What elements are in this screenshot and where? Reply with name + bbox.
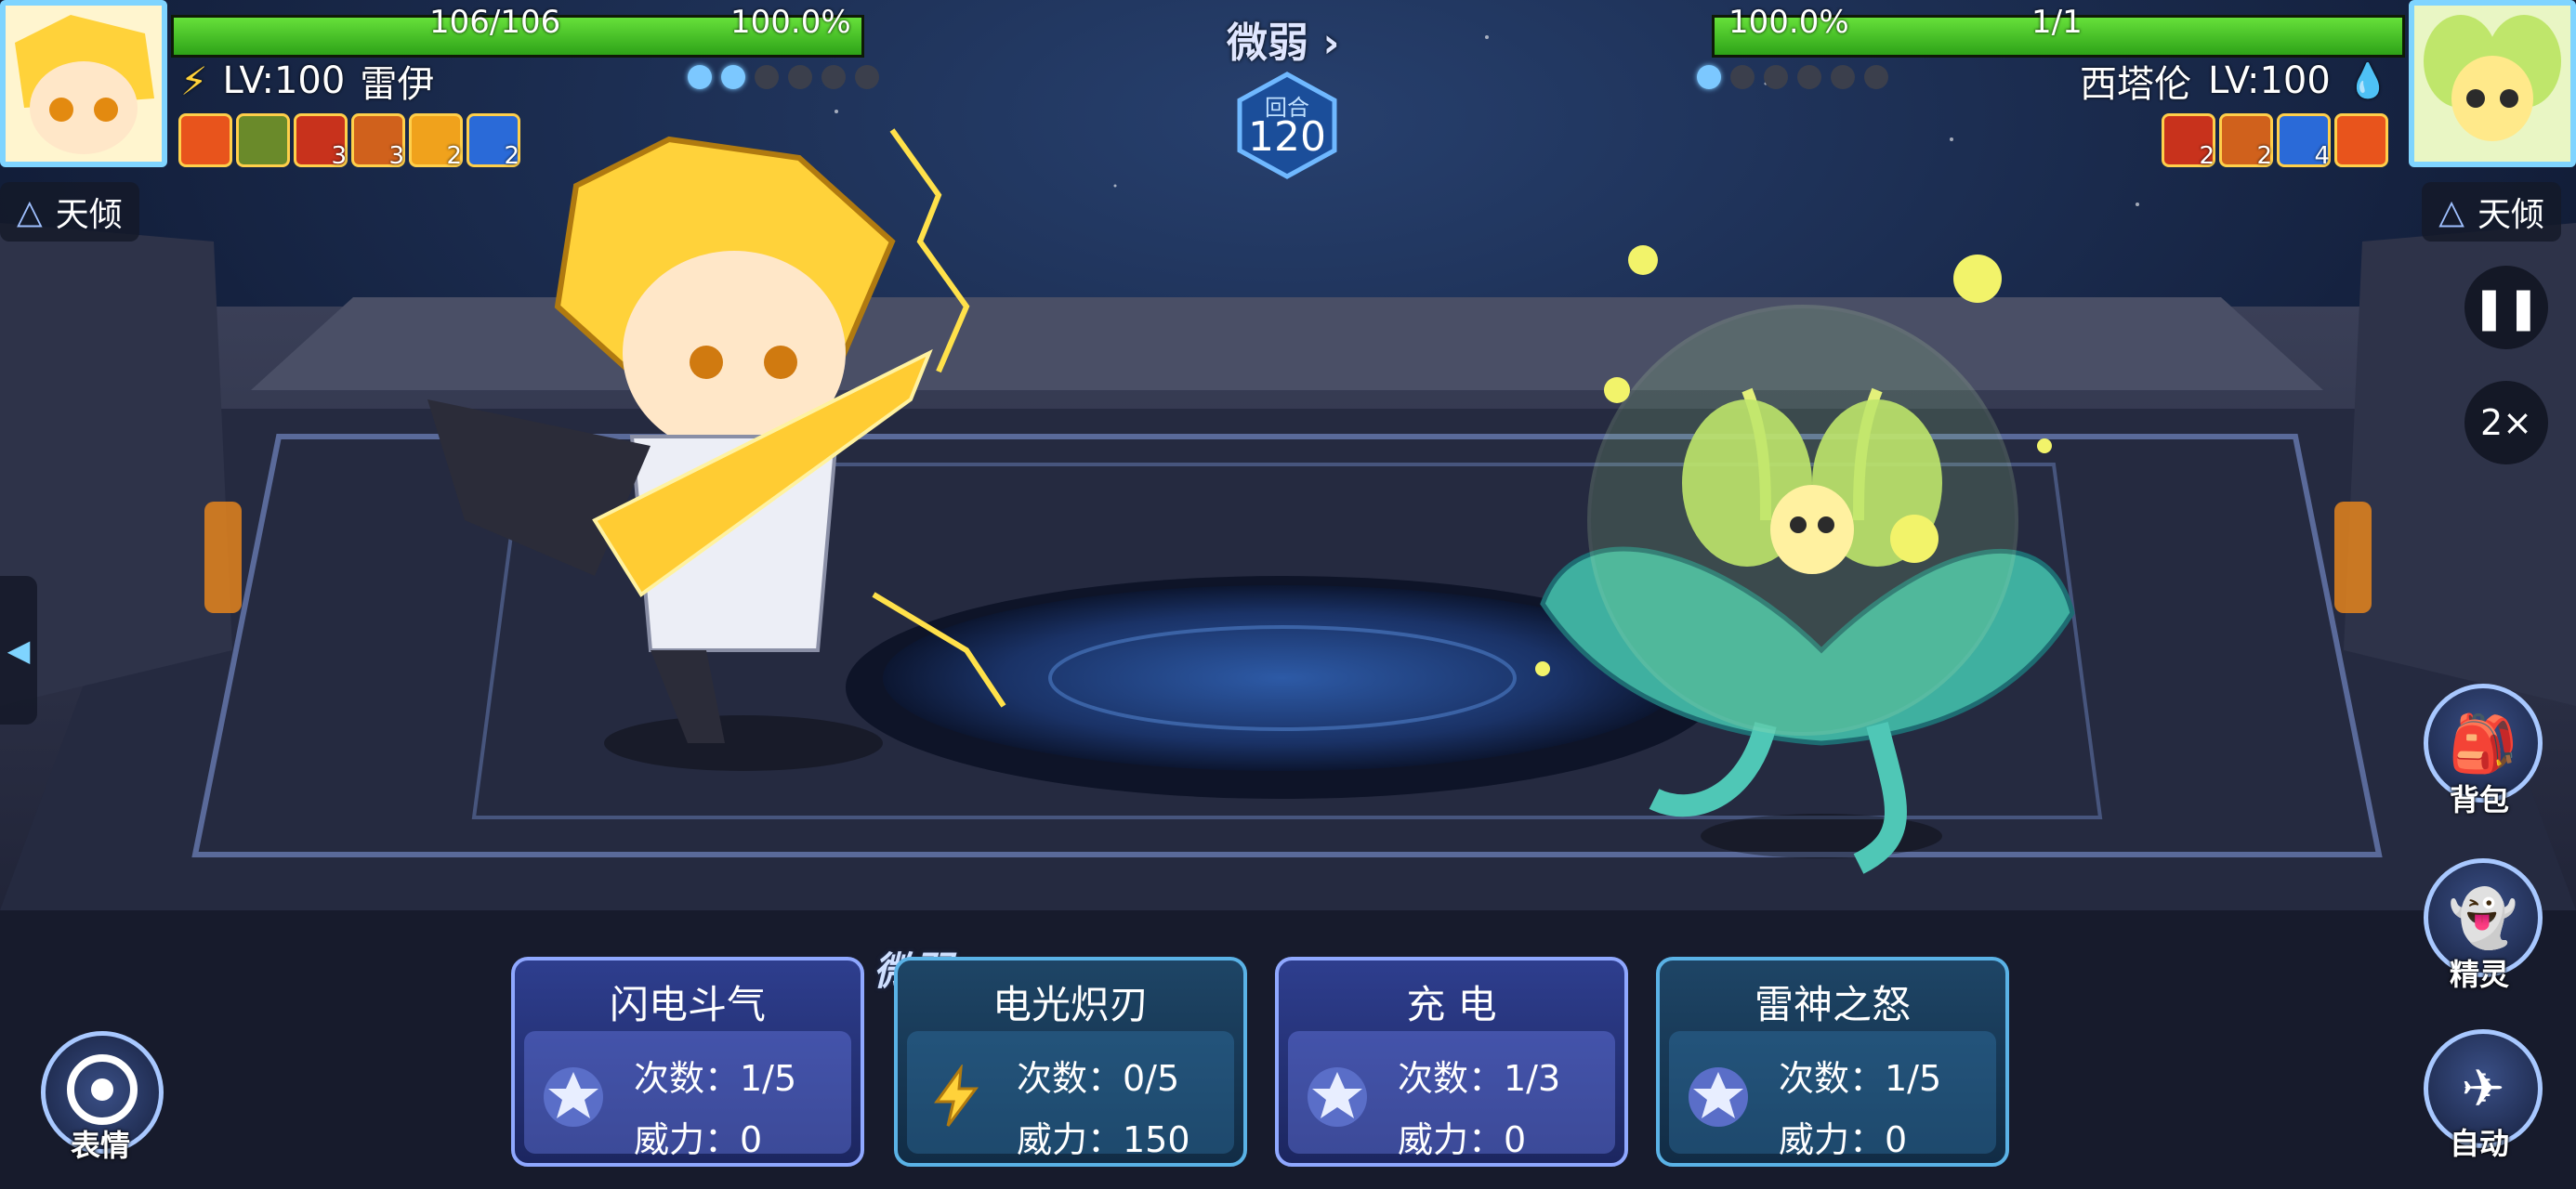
buff-count: 2 (2256, 142, 2272, 170)
speed-label: 2× (2479, 402, 2533, 443)
buff-count: 2 (2199, 142, 2215, 170)
enemy-energy-pips (1697, 65, 1888, 89)
emote-label: 表情 (71, 1128, 131, 1163)
energy-pip-empty (855, 65, 879, 89)
player-level: LV:100 (222, 59, 346, 102)
chevron-left-icon: ◀ (7, 633, 31, 668)
player-avatar (6, 6, 162, 162)
energy-pip-empty (788, 65, 812, 89)
player-name: 雷伊 (360, 63, 435, 106)
skill-name: 电光炽刃 (992, 982, 1149, 1027)
battle-status[interactable]: 微弱 › (1227, 9, 1339, 69)
skill-uses: 次数：1/5 (1779, 1058, 1942, 1099)
energy-pip-empty (755, 65, 779, 89)
skill-name: 充 电 (1406, 982, 1497, 1027)
spirit-label: 精灵 (2449, 957, 2509, 992)
energy-pip-empty (1797, 65, 1821, 89)
skull-buff-icon[interactable] (236, 113, 290, 167)
skill-name: 雷神之怒 (1754, 982, 1911, 1027)
enemy-name: 西塔伦 (2080, 63, 2191, 106)
energy-pip-empty (1831, 65, 1855, 89)
fire-buff-icon[interactable] (2334, 113, 2388, 167)
enemy-field-tag[interactable]: △ 天倾 (2422, 182, 2561, 242)
auto-battle-icon: ✈ (2461, 1058, 2505, 1119)
skill-power: 威力：150 (1017, 1119, 1190, 1160)
player-buff-list: 3 3 2 2 (178, 113, 520, 170)
round-counter: 回合 120 (1232, 71, 1342, 180)
buff-count: 4 (2314, 142, 2330, 170)
skill-power: 威力：0 (634, 1119, 763, 1160)
defense-up-icon[interactable]: 2 (2219, 113, 2273, 170)
player-energy-pips (688, 65, 879, 89)
energy-pip-filled (721, 65, 745, 89)
enemy-level: LV:100 (2208, 59, 2331, 102)
player-hp-percent: 100.0% (730, 4, 851, 41)
energy-pip-empty (1864, 65, 1888, 89)
enemy-hp-percent: 100.0% (1728, 4, 1849, 41)
battle-status-label: 微弱 (1227, 20, 1308, 67)
backpack-label: 背包 (2449, 782, 2509, 817)
left-drawer-toggle[interactable]: ◀ (0, 576, 37, 725)
player-hp-value: 106/106 (429, 4, 561, 41)
attack-up-icon[interactable]: 3 (294, 113, 348, 170)
chevron-right-icon: › (1322, 20, 1340, 67)
fire-buff-icon[interactable] (178, 113, 232, 167)
energy-pip-filled (688, 65, 712, 89)
player-portrait[interactable] (0, 0, 167, 167)
skill-power: 威力：0 (1779, 1119, 1908, 1160)
pause-icon: ❚❚ (2472, 283, 2541, 332)
skill-card-1[interactable]: 闪电斗气 次数：1/5 威力：0 (511, 957, 864, 1167)
electric-type-icon: ⚡ (180, 58, 208, 104)
energy-pip-empty (1764, 65, 1788, 89)
speed-up-icon[interactable]: 4 (2277, 113, 2331, 170)
energy-pip-empty (1730, 65, 1755, 89)
player-field-tag-label: 天倾 (55, 196, 123, 234)
pause-button[interactable]: ❚❚ (2464, 266, 2548, 349)
spirit-icon: 👻 (2448, 885, 2518, 951)
enemy-buff-list: 2 2 4 (2162, 113, 2388, 170)
round-number: 120 (1248, 113, 1326, 161)
skill-card-2[interactable]: 电光炽刃 次数：0/5 威力：150 (894, 957, 1247, 1167)
energy-pip-filled (1697, 65, 1721, 89)
skill-name: 闪电斗气 (609, 982, 766, 1027)
attack-up-icon[interactable]: 2 (2162, 113, 2215, 170)
backpack-icon: 🎒 (2448, 711, 2518, 777)
star-type-icon (1308, 1067, 1367, 1127)
enemy-level-row: 西塔伦 LV:100 💧 (2080, 54, 2389, 108)
water-type-icon: 💧 (2346, 62, 2389, 100)
enemy-portrait[interactable] (2409, 0, 2576, 167)
star-type-icon (544, 1067, 603, 1127)
buff-count: 2 (504, 142, 519, 170)
enemy-avatar (2414, 6, 2570, 162)
speed-up-icon[interactable]: 2 (467, 113, 520, 170)
skill-card-3[interactable]: 充 电 次数：1/3 威力：0 (1275, 957, 1628, 1167)
skill-uses: 次数：0/5 (1017, 1058, 1180, 1099)
arrow-up-icon[interactable]: 2 (409, 113, 463, 170)
skill-card-4[interactable]: 雷神之怒 次数：1/5 威力：0 (1656, 957, 2009, 1167)
auto-label: 自动 (2449, 1126, 2509, 1161)
skill-power: 威力：0 (1398, 1119, 1527, 1160)
defense-up-icon[interactable]: 3 (351, 113, 405, 170)
skill-uses: 次数：1/3 (1398, 1058, 1561, 1099)
energy-pip-empty (821, 65, 846, 89)
speed-button[interactable]: 2× (2464, 381, 2548, 464)
player-field-tag[interactable]: △ 天倾 (0, 182, 139, 242)
player-level-row: ⚡ LV:100 雷伊 (180, 54, 434, 108)
star-type-icon (1689, 1067, 1748, 1127)
buff-count: 3 (331, 142, 347, 170)
skill-uses: 次数：1/5 (634, 1058, 797, 1099)
triangle-icon: △ (2438, 192, 2464, 231)
buff-count: 3 (388, 142, 404, 170)
buff-count: 2 (446, 142, 462, 170)
enemy-hp-value: 1/1 (2031, 4, 2083, 41)
triangle-icon: △ (17, 192, 43, 231)
electric-type-icon (934, 1065, 979, 1127)
enemy-field-tag-label: 天倾 (2477, 196, 2544, 234)
